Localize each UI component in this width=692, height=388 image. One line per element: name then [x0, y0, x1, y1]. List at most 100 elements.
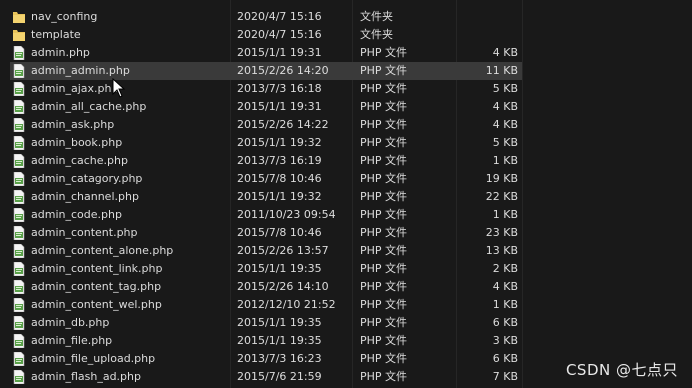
file-date: 2015/1/1 19:31 [237, 100, 322, 113]
file-row[interactable]: admin_content.php 2015/7/8 10:46 PHP 文件 23 … [10, 224, 522, 242]
php-file-icon [13, 244, 25, 258]
file-row[interactable]: admin_ask.php 2015/2/26 14:22 PHP 文件 4 KB [10, 116, 522, 134]
php-file-icon [13, 64, 25, 78]
file-date: 2015/1/1 19:32 [237, 136, 322, 149]
file-name: admin_ask.php [31, 118, 115, 131]
file-date: 2012/12/10 21:52 [237, 298, 336, 311]
file-date: 2015/1/1 19:32 [237, 190, 322, 203]
file-type: PHP 文件 [360, 226, 408, 239]
file-date: 2011/10/23 09:54 [237, 208, 336, 221]
file-row[interactable]: admin_content_wel.php 2012/12/10 21:52 PHP… [10, 296, 522, 314]
file-name: admin_ajax.php [31, 82, 119, 95]
file-size: 4 KB [492, 280, 518, 293]
file-row[interactable]: admin_flash_ad.php 2015/7/6 21:59 PHP 文件 7 … [10, 368, 522, 386]
file-type: PHP 文件 [360, 154, 408, 167]
file-row[interactable]: template 2020/4/7 15:16 文件夹 [10, 26, 522, 44]
folder-icon [13, 12, 25, 23]
file-name: admin_db.php [31, 316, 110, 329]
file-type: PHP 文件 [360, 46, 408, 59]
file-type: PHP 文件 [360, 118, 408, 131]
file-name: admin_file_upload.php [31, 352, 156, 365]
file-size: 1 KB [492, 208, 518, 221]
file-type: PHP 文件 [360, 190, 408, 203]
file-size: 7 KB [492, 370, 518, 383]
file-row[interactable]: admin_cache.php 2013/7/3 16:19 PHP 文件 1 KB [10, 152, 522, 170]
file-date: 2015/2/26 13:57 [237, 244, 329, 257]
file-size: 3 KB [492, 334, 518, 347]
csdn-watermark: CSDN @七点只 [565, 361, 678, 379]
file-type: PHP 文件 [360, 370, 408, 383]
file-size: 4 KB [492, 118, 518, 131]
file-date: 2020/4/7 15:16 [237, 10, 322, 23]
mouse-cursor-icon [112, 78, 126, 98]
column-divider[interactable] [522, 0, 523, 388]
php-file-icon [13, 208, 25, 222]
file-size: 6 KB [492, 316, 518, 329]
file-name: admin_content_alone.php [31, 244, 174, 257]
file-type: PHP 文件 [360, 64, 408, 77]
file-type: PHP 文件 [360, 352, 408, 365]
file-row[interactable]: nav_confing 2020/4/7 15:16 文件夹 [10, 8, 522, 26]
file-row[interactable]: admin_file_upload.php 2013/7/3 16:23 PHP 文… [10, 350, 522, 368]
folder-icon [13, 30, 25, 41]
file-type: PHP 文件 [360, 208, 408, 221]
file-row[interactable]: admin_content_link.php 2015/1/1 19:35 PHP … [10, 260, 522, 278]
php-file-icon [13, 352, 25, 366]
file-size: 5 KB [492, 82, 518, 95]
file-type: PHP 文件 [360, 280, 408, 293]
file-type: 文件夹 [360, 28, 393, 41]
file-size: 2 KB [492, 262, 518, 275]
file-row[interactable]: admin_ajax.php 2013/7/3 16:18 PHP 文件 5 KB [10, 80, 522, 98]
php-file-icon [13, 334, 25, 348]
file-type: 文件夹 [360, 10, 393, 23]
file-date: 2013/7/3 16:19 [237, 154, 322, 167]
file-row[interactable]: admin_book.php 2015/1/1 19:32 PHP 文件 5 KB [10, 134, 522, 152]
file-date: 2015/1/1 19:35 [237, 262, 322, 275]
file-date: 2020/4/7 15:16 [237, 28, 322, 41]
php-file-icon [13, 298, 25, 312]
file-row[interactable]: admin_code.php 2011/10/23 09:54 PHP 文件 1 KB [10, 206, 522, 224]
php-file-icon [13, 370, 25, 384]
file-type: PHP 文件 [360, 262, 408, 275]
file-size: 5 KB [492, 136, 518, 149]
file-name: admin_content_tag.php [31, 280, 162, 293]
file-date: 2015/7/6 21:59 [237, 370, 322, 383]
file-date: 2015/1/1 19:35 [237, 334, 322, 347]
file-size: 13 KB [485, 244, 518, 257]
file-date: 2013/7/3 16:18 [237, 82, 322, 95]
file-row[interactable]: admin_content_alone.php 2015/2/26 13:57 PH… [10, 242, 522, 260]
file-size: 23 KB [485, 226, 518, 239]
file-date: 2013/7/3 16:23 [237, 352, 322, 365]
file-row[interactable]: admin_admin.php 2015/2/26 14:20 PHP 文件 11 K… [10, 62, 522, 80]
file-row[interactable]: admin_all_cache.php 2015/1/1 19:31 PHP 文件 4… [10, 98, 522, 116]
file-row[interactable]: admin_db.php 2015/1/1 19:35 PHP 文件 6 KB [10, 314, 522, 332]
php-file-icon [13, 136, 25, 150]
file-row[interactable]: admin_content_tag.php 2015/2/26 14:10 PHP … [10, 278, 522, 296]
php-file-icon [13, 226, 25, 240]
file-type: PHP 文件 [360, 244, 408, 257]
file-size: 4 KB [492, 100, 518, 113]
file-size: 1 KB [492, 298, 518, 311]
file-name: admin_channel.php [31, 190, 139, 203]
file-date: 2015/1/1 19:31 [237, 46, 322, 59]
file-row[interactable]: admin_channel.php 2015/1/1 19:32 PHP 文件 22 … [10, 188, 522, 206]
file-type: PHP 文件 [360, 172, 408, 185]
file-name: admin_file.php [31, 334, 113, 347]
file-name: admin_catagory.php [31, 172, 143, 185]
file-size: 4 KB [492, 46, 518, 59]
file-row[interactable]: admin_catagory.php 2015/7/8 10:46 PHP 文件 19… [10, 170, 522, 188]
php-file-icon [13, 100, 25, 114]
php-file-icon [13, 190, 25, 204]
file-row[interactable]: admin_file.php 2015/1/1 19:35 PHP 文件 3 KB [10, 332, 522, 350]
file-type: PHP 文件 [360, 136, 408, 149]
file-type: PHP 文件 [360, 334, 408, 347]
file-type: PHP 文件 [360, 100, 408, 113]
file-type: PHP 文件 [360, 82, 408, 95]
file-size: 1 KB [492, 154, 518, 167]
file-row[interactable]: admin.php 2015/1/1 19:31 PHP 文件 4 KB [10, 44, 522, 62]
file-date: 2015/2/26 14:20 [237, 64, 329, 77]
php-file-icon [13, 46, 25, 60]
file-size: 22 KB [485, 190, 518, 203]
file-name: admin.php [31, 46, 90, 59]
file-type: PHP 文件 [360, 298, 408, 311]
